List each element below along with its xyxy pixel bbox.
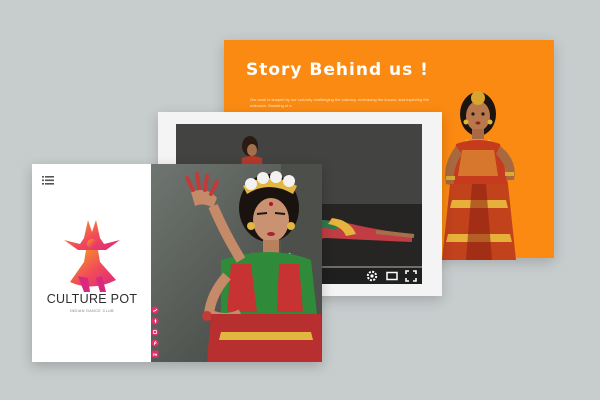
story-paragraph: Our work is shaped by our curiosity chal… [250, 97, 429, 108]
culture-pot-logo-icon [64, 220, 120, 292]
theater-mode-icon[interactable] [386, 270, 398, 282]
twitter-icon[interactable] [151, 306, 159, 314]
linkedin-icon[interactable] [151, 350, 159, 358]
website-card: CULTURE POT INDIAN DANCE CLUB [32, 164, 322, 362]
pinterest-icon[interactable] [151, 339, 159, 347]
brand-name: CULTURE POT [46, 292, 138, 306]
instagram-icon[interactable] [151, 328, 159, 336]
facebook-icon[interactable] [151, 317, 159, 325]
hero-dancer-photo [151, 164, 322, 362]
brand-subtitle: INDIAN DANCE CLUB [70, 309, 114, 313]
hamburger-icon[interactable] [42, 176, 54, 185]
dancer-photo [442, 91, 516, 260]
settings-icon[interactable] [366, 270, 378, 282]
fullscreen-icon[interactable] [405, 270, 417, 282]
hero-image [151, 164, 322, 362]
story-title: Story Behind us ! [246, 60, 429, 80]
